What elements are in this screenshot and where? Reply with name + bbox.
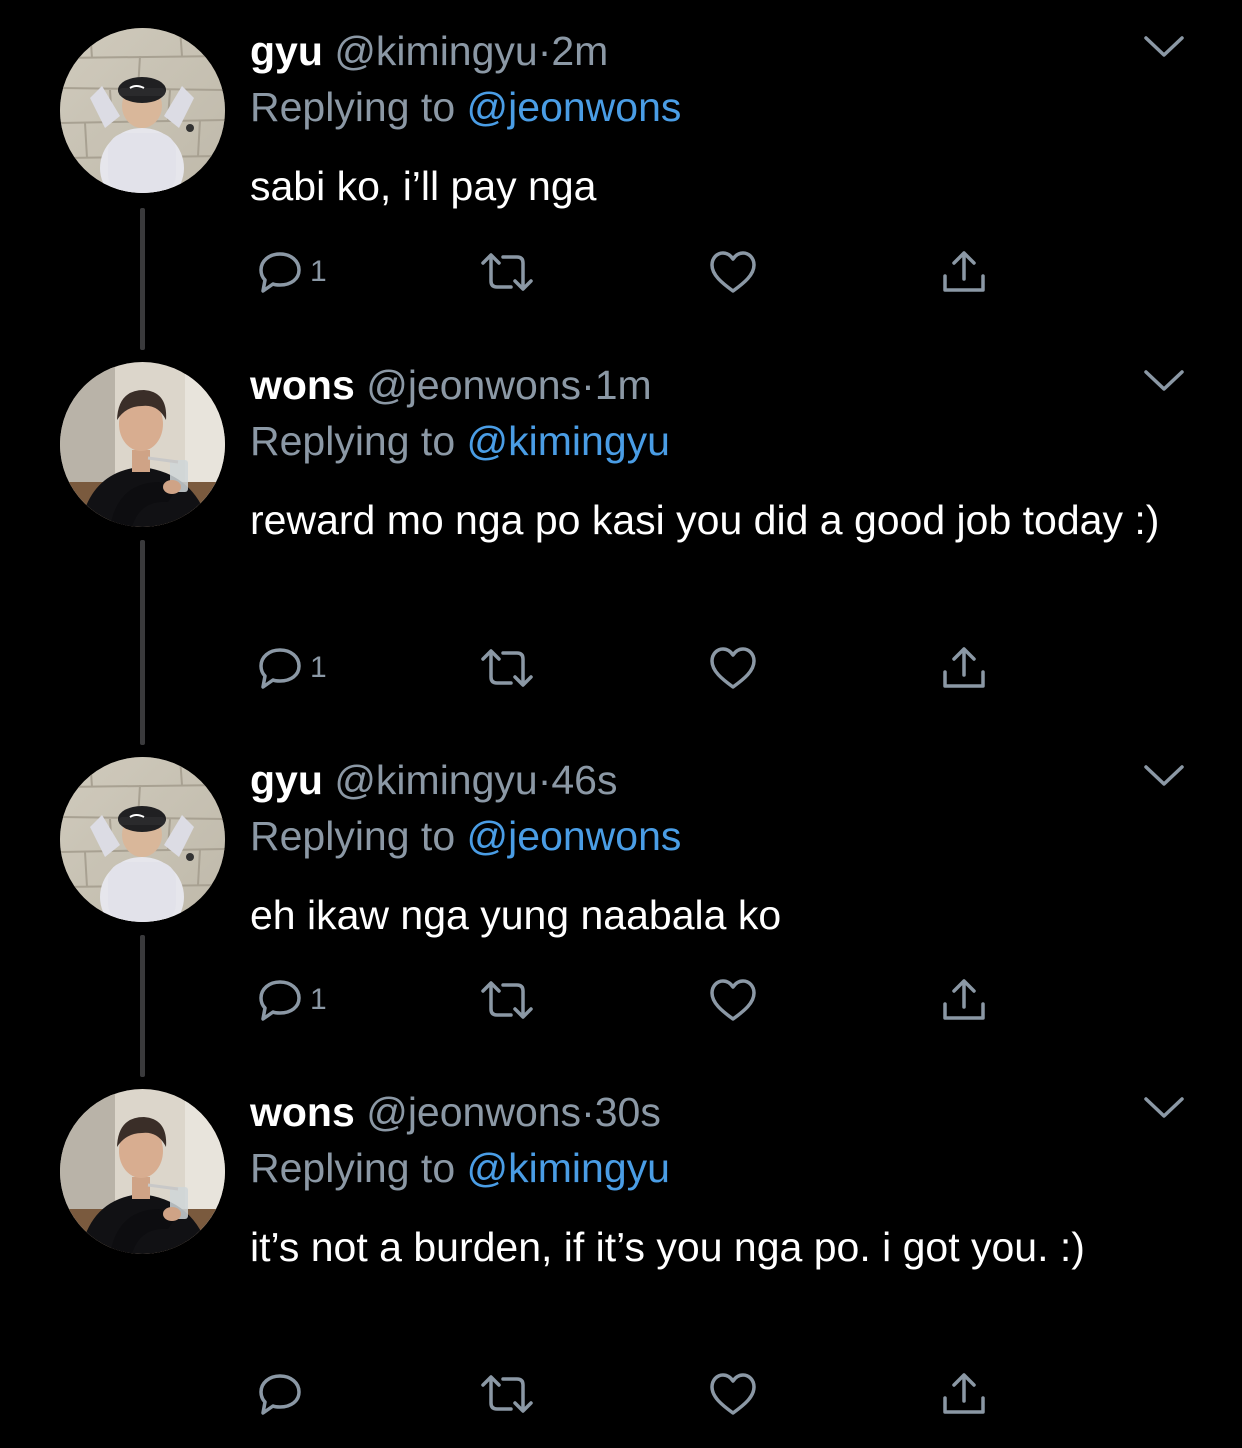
timestamp[interactable]: 1m: [595, 362, 652, 408]
replying-to: Replying to @jeonwons: [250, 811, 681, 861]
tweet-header: gyu @kimingyu·46s: [250, 755, 617, 805]
retweet-icon: [481, 981, 533, 1019]
tweet-text: sabi ko, i’ll pay nga: [250, 163, 597, 209]
heart-icon: [710, 251, 756, 293]
tweet-header: wons @jeonwons·30s: [250, 1087, 661, 1137]
reply-count: 1: [310, 651, 327, 684]
meta-separator: ·: [537, 28, 552, 74]
meta-separator: ·: [581, 1089, 595, 1135]
replying-to: Replying to @kimingyu: [250, 1143, 670, 1193]
retweet-button[interactable]: [478, 1364, 536, 1424]
like-button[interactable]: [708, 1364, 758, 1424]
display-name[interactable]: gyu: [250, 757, 323, 803]
reply-count: 1: [310, 983, 327, 1016]
retweet-icon: [481, 1375, 533, 1413]
tweet-text: reward mo nga po kasi you did a good job…: [250, 497, 1160, 543]
share-icon: [943, 251, 985, 292]
timestamp[interactable]: 30s: [595, 1089, 661, 1135]
reply-button[interactable]: 1: [256, 638, 327, 698]
retweet-button[interactable]: [478, 242, 536, 302]
chevron-down-icon[interactable]: [1143, 368, 1185, 394]
like-button[interactable]: [708, 638, 758, 698]
retweet-button[interactable]: [478, 970, 536, 1030]
heart-icon: [710, 1373, 756, 1415]
share-button[interactable]: [940, 1364, 988, 1424]
mention-link[interactable]: @jeonwons: [467, 813, 682, 859]
mention-link[interactable]: @kimingyu: [467, 418, 670, 464]
heart-icon: [710, 979, 756, 1021]
thread-line: [140, 540, 145, 745]
reply-icon: [259, 1374, 301, 1415]
retweet-icon: [481, 649, 533, 687]
handle[interactable]: @kimingyu: [334, 757, 537, 803]
share-button[interactable]: [940, 970, 988, 1030]
share-icon: [943, 647, 985, 688]
timestamp[interactable]: 2m: [551, 28, 608, 74]
handle[interactable]: @kimingyu: [334, 28, 537, 74]
replying-to-label: Replying to: [250, 813, 456, 859]
reply-button[interactable]: 1: [256, 242, 327, 302]
tweet-text: eh ikaw nga yung naabala ko: [250, 892, 782, 938]
reply-count: 1: [310, 255, 327, 288]
chevron-down-icon[interactable]: [1143, 34, 1185, 60]
reply-icon: [259, 252, 301, 293]
replying-to: Replying to @kimingyu: [250, 416, 670, 466]
avatar[interactable]: [60, 1089, 225, 1254]
handle[interactable]: @jeonwons: [366, 1089, 581, 1135]
meta-separator: ·: [581, 362, 595, 408]
share-button[interactable]: [940, 638, 988, 698]
share-button[interactable]: [940, 242, 988, 302]
mention-link[interactable]: @kimingyu: [467, 1145, 670, 1191]
heart-icon: [710, 647, 756, 689]
reply-icon: [259, 980, 301, 1021]
like-button[interactable]: [708, 970, 758, 1030]
timestamp[interactable]: 46s: [551, 757, 617, 803]
action-bar: 1: [250, 638, 1010, 698]
avatar[interactable]: [60, 28, 225, 193]
tweet-header: gyu @kimingyu·2m: [250, 26, 608, 76]
action-bar: 1: [250, 242, 1010, 302]
avatar[interactable]: [60, 362, 225, 527]
chevron-down-icon[interactable]: [1143, 1095, 1185, 1121]
action-bar: 1: [250, 970, 1010, 1030]
action-bar: [250, 1364, 1010, 1424]
tweet-header: wons @jeonwons·1m: [250, 360, 652, 410]
share-icon: [943, 979, 985, 1020]
display-name[interactable]: gyu: [250, 28, 323, 74]
display-name[interactable]: wons: [250, 1089, 355, 1135]
like-button[interactable]: [708, 242, 758, 302]
display-name[interactable]: wons: [250, 362, 355, 408]
avatar[interactable]: [60, 757, 225, 922]
replying-to-label: Replying to: [250, 84, 456, 130]
tweet-text: it’s not a burden, if it’s you nga po. i…: [250, 1224, 1085, 1270]
retweet-icon: [481, 253, 533, 291]
handle[interactable]: @jeonwons: [366, 362, 581, 408]
retweet-button[interactable]: [478, 638, 536, 698]
reply-button[interactable]: 1: [256, 970, 327, 1030]
replying-to: Replying to @jeonwons: [250, 82, 681, 132]
replying-to-label: Replying to: [250, 418, 456, 464]
reply-button[interactable]: [256, 1364, 310, 1424]
replying-to-label: Replying to: [250, 1145, 456, 1191]
reply-icon: [259, 648, 301, 689]
thread-line: [140, 208, 145, 350]
chevron-down-icon[interactable]: [1143, 763, 1185, 789]
mention-link[interactable]: @jeonwons: [467, 84, 682, 130]
share-icon: [943, 1373, 985, 1414]
meta-separator: ·: [537, 757, 552, 803]
thread-line: [140, 935, 145, 1077]
